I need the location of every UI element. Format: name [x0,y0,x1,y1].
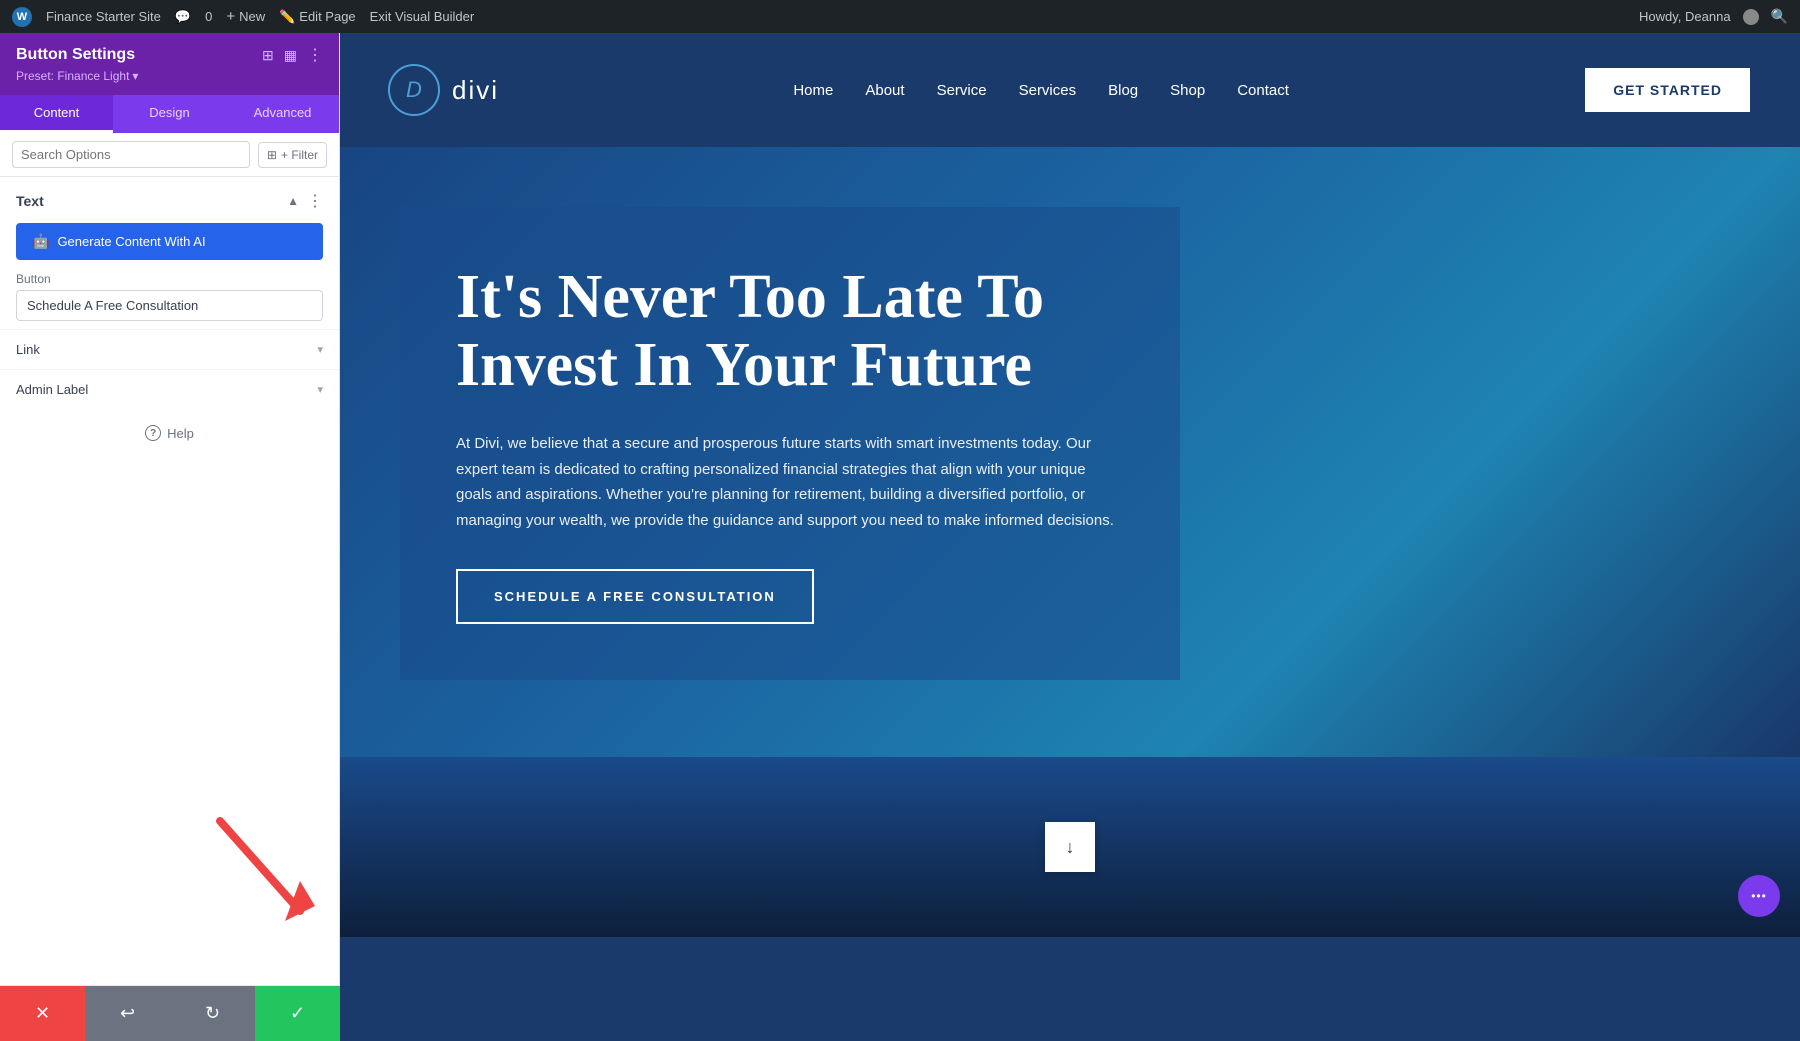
site-nav: Home About Service Services Blog Shop Co… [793,82,1289,99]
admin-label-title: Admin Label [16,382,88,397]
nav-home[interactable]: Home [793,82,833,99]
sidebar-bottom-bar: ✕ ↩ ↻ ✓ [0,985,340,1041]
edit-page-btn[interactable]: ✏️ Edit Page [279,9,356,25]
undo-icon: ↩ [120,1003,135,1024]
plus-icon: + [226,8,235,25]
close-button[interactable]: ✕ [0,986,85,1041]
redo-button[interactable]: ↻ [170,986,255,1041]
main-layout: Button Settings ⊞ ▦ ⋮ Preset: Finance Li… [0,33,1800,1041]
filter-button[interactable]: ⊞ + Filter [258,142,327,168]
more-options-icon[interactable]: ⋮ [307,45,323,65]
hero-cta-button[interactable]: SCHEDULE A FREE CONSULTATION [456,569,814,624]
nav-shop[interactable]: Shop [1170,82,1205,99]
columns-icon[interactable]: ▦ [284,47,297,64]
nav-cta-button[interactable]: GET STARTED [1583,66,1752,114]
user-avatar[interactable] [1743,9,1759,25]
ai-button-label: Generate Content With AI [57,234,205,249]
ai-generate-button[interactable]: 🤖 Generate Content With AI [16,223,323,260]
tab-design-label: Design [149,105,189,120]
scroll-down-icon: ↓ [1066,837,1075,858]
help-label: Help [167,426,194,441]
filter-label: + Filter [281,148,318,162]
search-bar: ⊞ + Filter [0,133,339,177]
website-preview: D divi Home About Service Services Blog … [340,33,1800,1041]
link-section-header[interactable]: Link ▾ [0,330,339,369]
logo-letter: D [406,77,422,103]
text-section-menu-icon[interactable]: ⋮ [307,191,323,211]
new-menu-item[interactable]: + New [226,8,265,25]
nav-blog[interactable]: Blog [1108,82,1138,99]
search-input[interactable] [12,141,250,168]
tab-advanced[interactable]: Advanced [226,95,339,133]
hero-cta-label: SCHEDULE A FREE CONSULTATION [494,589,776,604]
nav-contact[interactable]: Contact [1237,82,1289,99]
button-text-input[interactable] [16,290,323,321]
site-name[interactable]: Finance Starter Site [46,9,161,24]
nav-services[interactable]: Services [1019,82,1077,99]
wp-logo-icon[interactable]: W [12,7,32,27]
admin-label-chevron-icon: ▾ [317,383,323,396]
new-label: New [239,9,265,24]
site-navbar: D divi Home About Service Services Blog … [340,33,1800,147]
link-chevron-icon: ▾ [317,343,323,356]
hero-title: It's Never Too Late To Invest In Your Fu… [456,263,1124,399]
save-button[interactable]: ✓ [255,986,340,1041]
preset-label: Preset: Finance Light [16,69,129,83]
admin-label-section: Admin Label ▾ [0,369,339,409]
preset-chevron-icon: ▾ [132,69,138,83]
admin-label-header[interactable]: Admin Label ▾ [0,370,339,409]
nav-about[interactable]: About [865,82,904,99]
howdy-label: Howdy, Deanna [1639,9,1731,24]
scroll-down-button[interactable]: ↓ [1045,822,1095,872]
admin-search-icon[interactable]: 🔍 [1771,8,1788,25]
undo-button[interactable]: ↩ [85,986,170,1041]
pencil-icon: ✏️ [279,9,295,25]
hero-section: It's Never Too Late To Invest In Your Fu… [340,147,1800,757]
button-field-label: Button [16,272,323,286]
close-icon: ✕ [35,1003,50,1024]
dots-icon: ••• [1751,889,1767,903]
site-logo: D divi [388,64,499,116]
tab-design[interactable]: Design [113,95,226,133]
preset-selector[interactable]: Preset: Finance Light ▾ [16,69,323,83]
text-section-collapse-icon[interactable]: ▲ [287,194,299,208]
comment-count: 0 [205,9,212,24]
sidebar-panel: Button Settings ⊞ ▦ ⋮ Preset: Finance Li… [0,33,340,1041]
sidebar-tabs: Content Design Advanced [0,95,339,133]
button-field-group: Button [0,272,339,329]
divi-dots-button[interactable]: ••• [1738,875,1780,917]
admin-bar: W Finance Starter Site 💬 0 + New ✏️ Edit… [0,0,1800,33]
logo-circle-icon: D [388,64,440,116]
tab-content[interactable]: Content [0,95,113,133]
sidebar-content: Text ▲ ⋮ 🤖 Generate Content With AI Butt… [0,177,339,1041]
exit-builder-btn[interactable]: Exit Visual Builder [370,9,475,24]
text-section-title: Text [16,193,44,209]
save-icon: ✓ [290,1003,305,1024]
view-toggle-icon[interactable]: ⊞ [262,47,274,64]
hero-body-text: At Divi, we believe that a secure and pr… [456,431,1124,533]
tab-content-label: Content [34,105,80,120]
sidebar-header: Button Settings ⊞ ▦ ⋮ Preset: Finance Li… [0,33,339,95]
link-section: Link ▾ [0,329,339,369]
nav-cta-label: GET STARTED [1613,82,1722,98]
sidebar-title: Button Settings [16,46,135,64]
link-section-title: Link [16,342,40,357]
edit-page-label: Edit Page [299,9,355,24]
scroll-area: ↓ ••• [340,757,1800,937]
help-icon: ? [145,425,161,441]
tab-advanced-label: Advanced [254,105,312,120]
logo-name: divi [452,75,499,106]
comment-icon: 💬 [175,9,191,25]
ai-icon: 🤖 [32,233,49,250]
redo-icon: ↻ [205,1003,220,1024]
text-section-header: Text ▲ ⋮ [0,177,339,219]
filter-icon: ⊞ [267,148,277,162]
hero-content: It's Never Too Late To Invest In Your Fu… [400,207,1180,680]
help-section[interactable]: ? Help [0,409,339,457]
nav-service[interactable]: Service [937,82,987,99]
